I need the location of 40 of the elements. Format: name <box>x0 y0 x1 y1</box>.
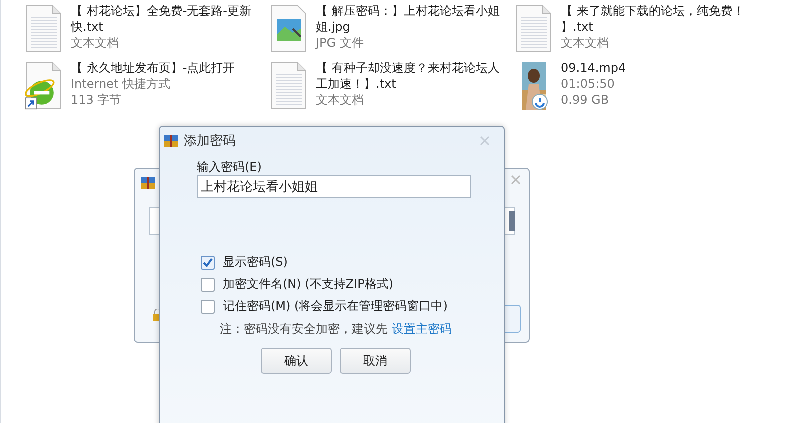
document-icon <box>271 62 307 110</box>
file-detail: 文本文档 <box>316 92 365 108</box>
file-detail: JPG 文件 <box>316 35 365 51</box>
option-label[interactable]: 显示密码(S) <box>223 254 288 271</box>
checkbox[interactable] <box>201 256 215 270</box>
file-name[interactable]: 】.txt <box>561 19 745 35</box>
file-name[interactable]: 【 解压密码：】上村花论坛看小姐 <box>316 3 500 19</box>
dialog-button[interactable]: 取消 <box>340 348 411 374</box>
checkbox[interactable] <box>201 300 215 314</box>
file-detail: 01:05:50 <box>561 76 616 92</box>
file-name[interactable]: 工加速！】.txt <box>316 76 500 92</box>
note-text: 注：密码没有安全加密，建议先 <box>220 321 388 338</box>
document-icon <box>26 5 62 53</box>
password-field[interactable]: 上村花论坛看小姐姐 <box>197 175 471 198</box>
file-detail: 0.99 GB <box>561 92 610 108</box>
file-detail: 113 字节 <box>71 92 123 108</box>
master-password-link[interactable]: 设置主密码 <box>392 321 452 338</box>
document-icon <box>516 5 552 53</box>
file-name[interactable]: 09.14.mp4 <box>561 60 626 76</box>
file-name[interactable]: 【 来了就能下载的论坛，纯免费！ <box>561 3 745 19</box>
option-label[interactable]: 记住密码(M) (将会显示在管理密码窗口中) <box>223 298 448 315</box>
option-label[interactable]: 加密文件名(N) (不支持ZIP格式) <box>223 276 394 293</box>
file-detail: 文本文档 <box>561 35 610 51</box>
file-detail: Internet 快捷方式 <box>71 76 172 92</box>
close-icon[interactable] <box>480 136 490 146</box>
file-name[interactable]: 【 有种子却没速度？来村花论坛人 <box>316 60 500 76</box>
file-detail: 文本文档 <box>71 35 120 51</box>
archive-icon <box>164 135 178 147</box>
dialog-button[interactable]: 确认 <box>261 348 332 374</box>
file-name[interactable]: 【 村花论坛】全免费-无套路-更新 <box>71 3 252 19</box>
field-label: 输入密码(E) <box>197 159 263 175</box>
file-name[interactable]: 【 永久地址发布页】-点此打开 <box>71 60 236 76</box>
file-name[interactable]: 快.txt <box>71 19 252 35</box>
file-name[interactable]: 姐.jpg <box>316 19 500 35</box>
close-icon[interactable] <box>511 175 521 185</box>
media-player-icon <box>532 94 548 110</box>
checkbox[interactable] <box>201 278 215 292</box>
image-file-icon <box>271 5 307 53</box>
window-title: 添加密码 <box>184 133 237 150</box>
archive-icon <box>141 177 155 189</box>
